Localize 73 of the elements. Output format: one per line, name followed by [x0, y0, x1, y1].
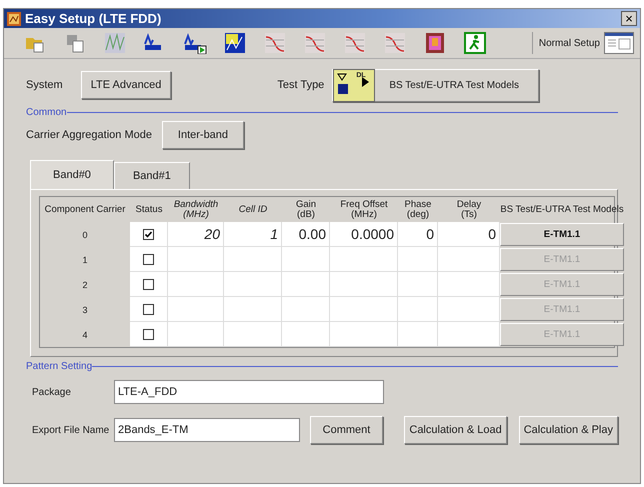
system-button[interactable]: LTE Advanced — [80, 71, 172, 99]
checkbox[interactable] — [143, 228, 154, 240]
table-cell — [398, 272, 438, 297]
table-cell — [438, 322, 500, 347]
calculation-play-button[interactable]: Calculation & Play — [518, 416, 618, 444]
carrier-aggregation-button[interactable]: Inter-band — [162, 121, 244, 149]
chart-icon — [183, 32, 207, 54]
table-cell — [224, 272, 282, 297]
graph-icon — [344, 32, 366, 54]
export-file-name-label: Export File Name — [31, 424, 110, 436]
table-cell — [330, 272, 398, 297]
calculation-load-button[interactable]: Calculation & Load — [404, 416, 507, 444]
column-header: Cell ID — [238, 202, 268, 217]
book-icon — [424, 32, 446, 54]
carrier-aggregation-label: Carrier Aggregation Mode — [26, 129, 152, 141]
comment-button[interactable]: Comment — [310, 416, 383, 444]
table-cell — [282, 322, 330, 347]
mode-label: Normal Setup — [538, 38, 600, 48]
package-field[interactable]: LTE-A_FDD — [114, 380, 384, 404]
document-icon — [64, 32, 86, 54]
table-cell — [398, 297, 438, 322]
tab[interactable]: Band#0 — [30, 160, 114, 189]
table-cell-text: 1 — [81, 254, 88, 266]
column-header: Status — [134, 202, 164, 217]
table-cell-text: 2 — [81, 278, 88, 292]
graph-icon — [264, 32, 286, 54]
table-cell — [438, 272, 500, 297]
column-header: Component Carrier — [44, 202, 126, 217]
column-header: Delay (Ts) — [456, 198, 482, 222]
table-cell: 0.00 — [282, 222, 330, 247]
table-cell — [224, 247, 282, 272]
package-label: Package — [31, 386, 72, 398]
table-cell: 0 — [398, 222, 438, 247]
table-cell: 20 — [168, 222, 224, 247]
chart-icon — [224, 32, 246, 54]
table-cell — [398, 322, 438, 347]
table-cell — [282, 247, 330, 272]
test-model-button[interactable]: E-TM1.1 — [500, 223, 624, 246]
table-cell — [330, 247, 398, 272]
table-cell — [282, 297, 330, 322]
table-cell — [282, 272, 330, 297]
column-header: Phase (deg) — [404, 198, 432, 222]
waveform-icon — [104, 32, 126, 54]
section-title: Pattern Setting — [26, 361, 92, 372]
close-button[interactable]: × — [621, 11, 637, 26]
column-header: Bandwidth (MHz) — [172, 198, 220, 222]
table-cell — [224, 297, 282, 322]
section-title: Common — [26, 107, 67, 118]
table-cell-text: 3 — [81, 304, 88, 316]
column-header: BS Test/E-UTRA Test Models — [500, 202, 624, 217]
tab[interactable]: Band#1 — [114, 162, 190, 189]
table-cell: 0.0000 — [330, 222, 398, 247]
window-title: Easy Setup (LTE FDD) — [25, 11, 162, 26]
app-icon — [7, 12, 21, 26]
table-cell — [330, 297, 398, 322]
table-cell — [398, 247, 438, 272]
column-header: Freq Offset (MHz) — [339, 198, 389, 222]
exit-icon — [464, 32, 486, 54]
table-cell — [224, 322, 282, 347]
table-cell: 1 — [224, 222, 282, 247]
window-thumbnail-icon[interactable] — [604, 32, 634, 54]
table-cell-text: 4 — [81, 328, 88, 342]
table-cell — [330, 322, 398, 347]
export-file-name-field[interactable]: 2Bands_E-TM — [114, 418, 300, 442]
table-cell — [438, 297, 500, 322]
table-cell — [438, 247, 500, 272]
system-label: System — [26, 79, 63, 91]
table-cell: 0 — [438, 222, 500, 247]
graph-icon — [384, 32, 406, 54]
column-header: Gain (dB) — [294, 198, 318, 222]
table-cell-text: 0 — [81, 228, 88, 242]
test-type-label: Test Type — [277, 79, 324, 91]
graph-icon — [304, 32, 326, 54]
